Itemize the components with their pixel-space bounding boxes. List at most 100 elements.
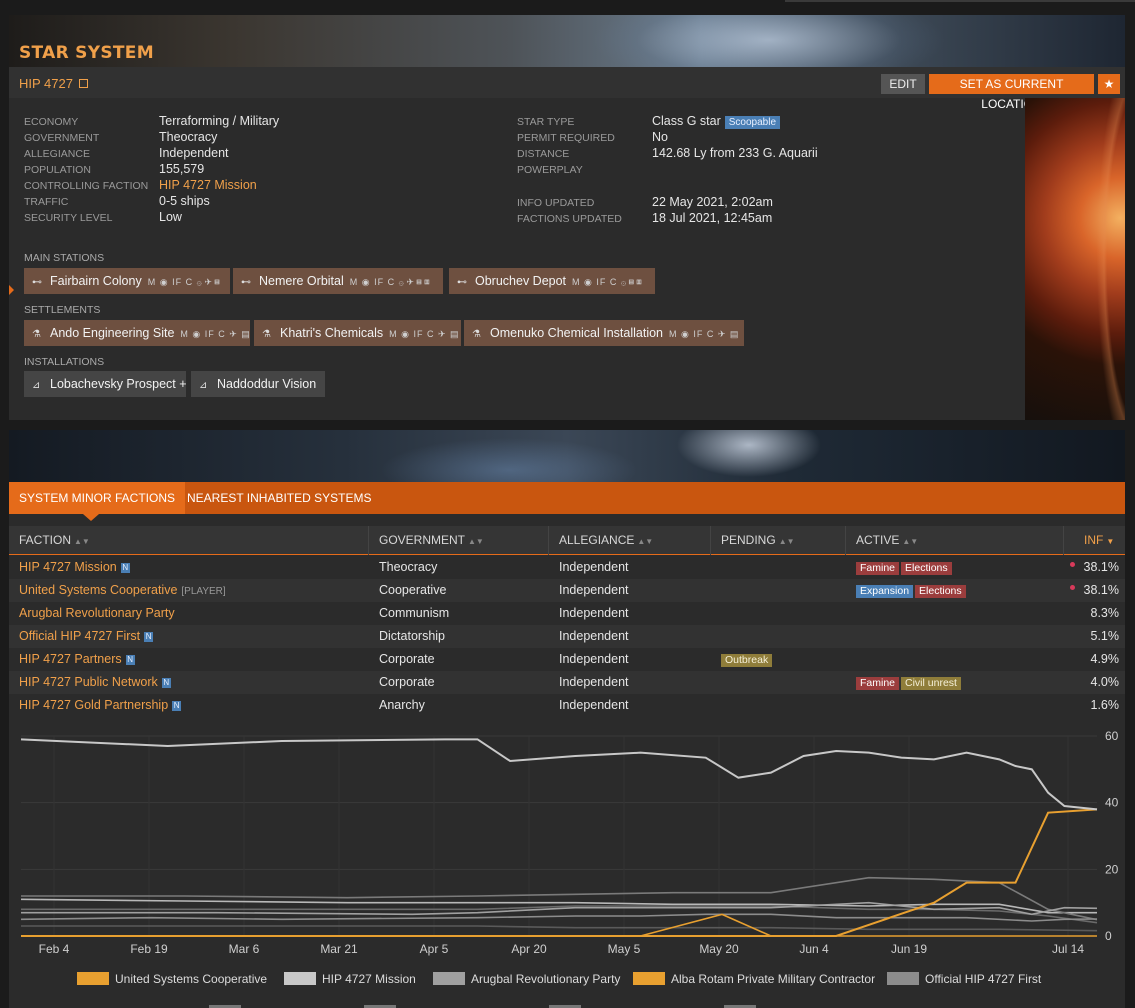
table-row[interactable]: HIP 4727 Public Network N Corporate Indepen… (9, 671, 1125, 694)
external-link-icon[interactable] (78, 79, 88, 88)
info-value: Low (159, 210, 182, 224)
station-name[interactable]: Ando Engineering Site (50, 326, 174, 340)
legend-label: Official HIP 4727 First (925, 972, 1042, 986)
col-pending[interactable]: PENDING ▲▼ (711, 526, 846, 555)
info-value: Terraforming / Military (159, 114, 280, 128)
info-value: Theocracy (159, 130, 218, 144)
station-chip[interactable]: ⊿ Lobachevsky Prospect + (24, 371, 187, 397)
allegiance-cell: Independent (559, 583, 629, 597)
station-name[interactable]: Lobachevsky Prospect + (50, 377, 187, 391)
table-row[interactable]: Official HIP 4727 First N Dictatorship Inde… (9, 625, 1125, 648)
tab-system-minor-factions[interactable]: SYSTEM MINOR FACTIONS (9, 482, 186, 514)
station-name[interactable]: Omenuko Chemical Installation (490, 326, 663, 340)
star-icon[interactable]: ★ (1098, 74, 1120, 94)
station-chip[interactable]: ⊷ Fairbairn Colony M ◉ IF C ۞ ✈ ▤ (24, 268, 230, 294)
government-cell: Communism (379, 606, 450, 620)
faction-name-link[interactable]: HIP 4727 Partners N (9, 648, 135, 671)
pending-states-cell (711, 671, 721, 694)
col-faction[interactable]: FACTION ▲▼ (9, 526, 369, 555)
table-row[interactable]: HIP 4727 Gold Partnership N Anarchy Indepen… (9, 694, 1125, 717)
tab-nearest-inhabited-systems[interactable]: NEAREST INHABITED SYSTEMS (177, 482, 381, 514)
sort-icon: ▲▼ (74, 537, 90, 546)
info-label: ECONOMY (24, 116, 79, 128)
station-chip[interactable]: ⊷ Obruchev Depot M ◉ IF C ۞ ▤ ▥ (449, 268, 655, 294)
system-name-link[interactable]: HIP 4727 (19, 76, 88, 91)
y-tick-label: 40 (1105, 796, 1119, 810)
x-tick-label: Jun 4 (799, 942, 829, 956)
faction-name[interactable]: HIP 4727 Gold Partnership (19, 698, 168, 712)
station-name[interactable]: Khatri's Chemicals (280, 326, 383, 340)
set-current-location-button[interactable]: SET AS CURRENT LOCATION (929, 74, 1094, 111)
table-row[interactable]: United Systems Cooperative [PLAYER] Cooper… (9, 579, 1125, 602)
x-tick-label: Feb 19 (130, 942, 168, 956)
faction-name-link[interactable]: HIP 4727 Public Network N (9, 671, 171, 694)
station-chip[interactable]: ⚗ Omenuko Chemical Installation M ◉ IF C ✈… (464, 320, 744, 346)
controlling-faction-link[interactable]: HIP 4727 Mission (159, 178, 257, 192)
faction-name-link[interactable]: United Systems Cooperative [PLAYER] (9, 579, 226, 602)
pending-states-cell (711, 694, 721, 717)
faction-name-link[interactable]: HIP 4727 Mission N (9, 556, 130, 579)
faction-type-badge: N (161, 678, 171, 688)
table-row[interactable]: HIP 4727 Mission N Theocracy Independent Fam… (9, 556, 1125, 579)
y-tick-label: 60 (1105, 729, 1119, 743)
faction-name[interactable]: HIP 4727 Mission (19, 560, 117, 574)
edit-button[interactable]: EDIT (881, 74, 925, 94)
faction-name[interactable]: Arugbal Revolutionary Party (19, 606, 175, 620)
station-services-icons: M ◉ IF C ۞ ✈ ▤ (147, 277, 220, 287)
allegiance-cell: Independent (559, 675, 629, 689)
active-states-cell (846, 694, 856, 717)
col-inf[interactable]: INF ▼ (1064, 526, 1125, 555)
x-tick-label: May 20 (699, 942, 739, 956)
state-badge: Civil unrest (901, 677, 961, 690)
station-chip[interactable]: ⊿ Naddoddur Vision (191, 371, 325, 397)
station-name[interactable]: Obruchev Depot (475, 274, 566, 288)
col-active[interactable]: ACTIVE ▲▼ (846, 526, 1064, 555)
info-label: FACTIONS UPDATED (517, 213, 622, 225)
faction-name[interactable]: HIP 4727 Partners (19, 652, 122, 666)
side-arrow-icon (9, 285, 14, 295)
info-value: Class G star Scoopable (652, 114, 781, 129)
sort-icon: ▲▼ (778, 537, 795, 546)
legend-swatch (77, 972, 109, 985)
col-allegiance[interactable]: ALLEGIANCE ▲▼ (549, 526, 711, 555)
y-tick-label: 20 (1105, 862, 1119, 876)
pending-states-cell (711, 602, 721, 625)
station-name[interactable]: Fairbairn Colony (50, 274, 142, 288)
legend-swatch (433, 972, 465, 985)
faction-name-link[interactable]: HIP 4727 Gold Partnership N (9, 694, 182, 717)
station-services-icons: M ◉ IF C ✈ ▤ (389, 329, 460, 339)
faction-type-badge: N (144, 632, 154, 642)
allegiance-cell: Independent (559, 698, 629, 712)
station-name[interactable]: Naddoddur Vision (217, 377, 316, 391)
station-chip[interactable]: ⊷ Nemere Orbital M ◉ IF C ۞ ✈ ▤ ▥ (233, 268, 443, 294)
x-tick-label: Apr 5 (420, 942, 449, 956)
faction-name[interactable]: United Systems Cooperative (19, 583, 177, 597)
station-chip[interactable]: ⚗ Khatri's Chemicals M ◉ IF C ✈ ▤ (254, 320, 461, 346)
station-type-icon: ⊷ (241, 277, 251, 288)
influence-cell: 38.1% (1064, 579, 1125, 602)
col-government[interactable]: GOVERNMENT ▲▼ (369, 526, 549, 555)
table-row[interactable]: Arugbal Revolutionary Party Communism Inde… (9, 602, 1125, 625)
faction-name-link[interactable]: Arugbal Revolutionary Party (9, 602, 175, 625)
main-stations-label: MAIN STATIONS (24, 252, 105, 264)
station-type-icon: ⚗ (472, 329, 481, 340)
info-label: GOVERNMENT (24, 132, 100, 144)
active-states-cell (846, 602, 856, 625)
faction-name[interactable]: Official HIP 4727 First (19, 629, 140, 643)
station-name[interactable]: Nemere Orbital (259, 274, 344, 288)
active-states-cell (846, 625, 856, 648)
star-system-panel: STAR SYSTEM HIP 4727 EDIT SET AS CURRENT… (9, 15, 1125, 420)
station-chip[interactable]: ⚗ Ando Engineering Site M ◉ IF C ✈ ▤ (24, 320, 250, 346)
star-ring-image (1025, 98, 1125, 420)
faction-name-link[interactable]: Official HIP 4727 First N (9, 625, 154, 648)
faction-name[interactable]: HIP 4727 Public Network (19, 675, 158, 689)
allegiance-cell: Independent (559, 606, 629, 620)
station-services-icons: M ◉ IF C ۞ ▤ ▥ (572, 277, 642, 287)
info-value: 0-5 ships (159, 194, 210, 208)
pending-states-cell (711, 625, 721, 648)
state-badge: Elections (901, 562, 952, 575)
pending-states-cell (711, 579, 721, 602)
influence-value: 8.3% (1090, 606, 1120, 620)
station-type-icon: ⚗ (32, 329, 41, 340)
table-row[interactable]: HIP 4727 Partners N Corporate Independent Ou… (9, 648, 1125, 671)
